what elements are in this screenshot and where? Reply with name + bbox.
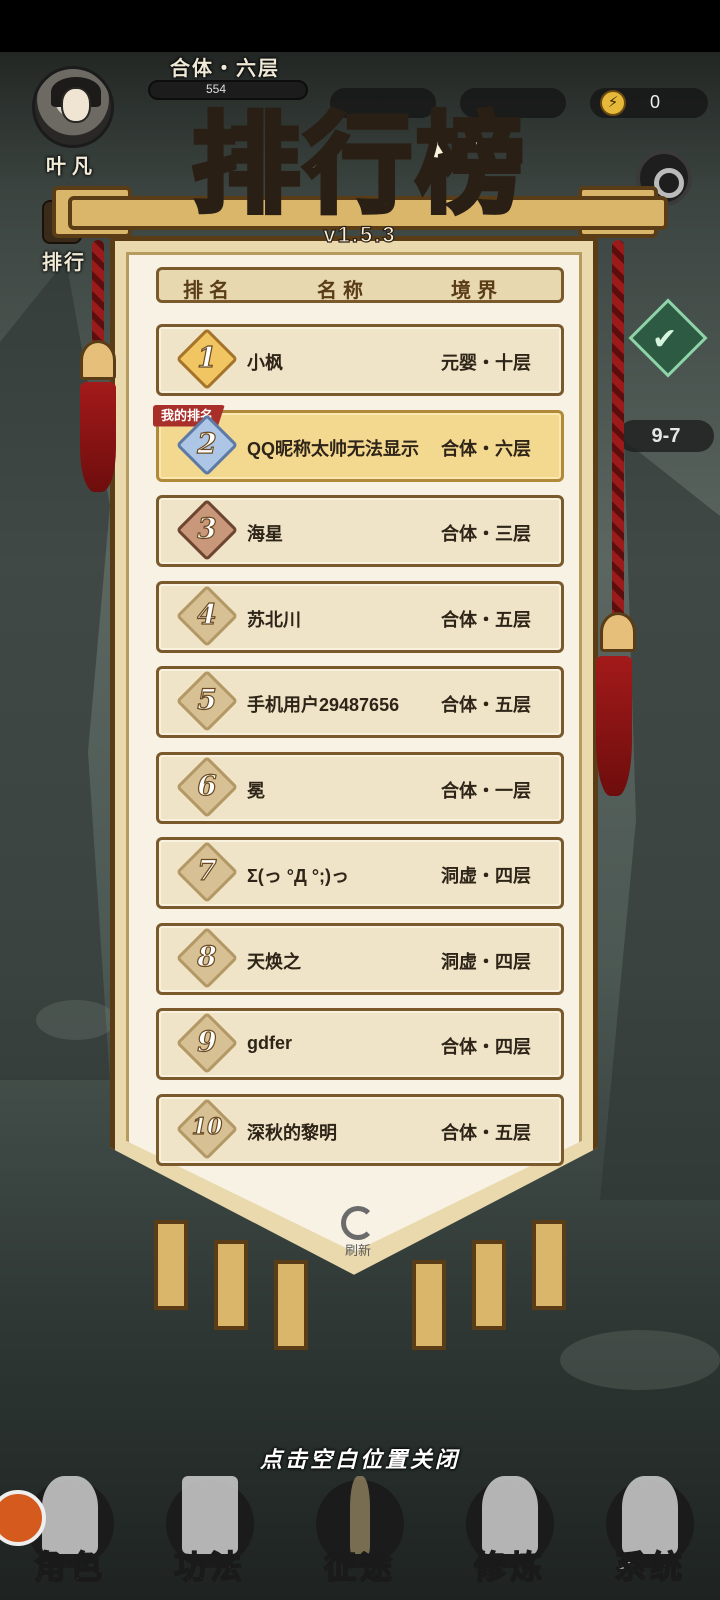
- rank-badge: 1: [175, 327, 239, 391]
- rank-number: 9: [197, 1024, 218, 1058]
- energy-value: 0: [650, 92, 661, 112]
- leaderboard-list: 1 小枫 元婴・十层 我的排名 2 QQ昵称太帅无法显示 合体・六层 3 海星 …: [153, 324, 564, 1179]
- nav-system[interactable]: 系统: [580, 1470, 720, 1600]
- banner-fringe: [214, 1240, 248, 1330]
- rope-left: [92, 240, 104, 350]
- mist-cloud: [560, 1330, 720, 1390]
- leaderboard-row[interactable]: 8 天焕之 洞虚・四层: [156, 922, 564, 995]
- rank-badge: 10: [175, 1097, 239, 1160]
- header-name: 名称: [317, 280, 369, 302]
- avatar-face: [61, 87, 91, 123]
- nav-label: 功法: [173, 1548, 246, 1586]
- realm-cell: 合体・五层: [441, 695, 531, 715]
- realm-cell: 合体・四层: [441, 1037, 531, 1057]
- bell-left: [80, 340, 116, 380]
- player-avatar[interactable]: [32, 66, 114, 148]
- rank-badge: 5: [175, 669, 239, 733]
- leaderboard-row[interactable]: 9 gdfer 合体・四层: [156, 1008, 564, 1080]
- realm-cell: 合体・六层: [441, 438, 531, 459]
- nav-label: 角色: [33, 1548, 106, 1586]
- rope-right: [612, 240, 624, 620]
- player-name-cell: 天焕之: [247, 951, 301, 972]
- player-name-cell: 手机用户29487656: [247, 695, 400, 715]
- banner-fringe: [532, 1220, 566, 1310]
- lightning-icon: ⚡: [600, 90, 626, 116]
- leaderboard-row[interactable]: 10 深秋的黎明 合体・五层: [156, 1093, 564, 1166]
- rank-badge: 9: [175, 1011, 239, 1075]
- player-name-cell: QQ昵称太帅无法显示: [247, 438, 420, 459]
- stage-badge: 9-7: [618, 420, 714, 452]
- nav-journey[interactable]: 征途: [290, 1470, 430, 1600]
- player-realm: 合体・六层: [170, 58, 280, 80]
- rank-number: 5: [197, 682, 218, 716]
- bell-right: [600, 612, 636, 652]
- leaderboard-row[interactable]: 4 苏北川 合体・五层: [156, 580, 564, 653]
- player-name-cell: Σ(っ °Д °;)っ: [247, 866, 350, 886]
- leaderboard-row[interactable]: 6 冕 合体・一层: [156, 751, 564, 824]
- realm-cell: 洞虚・四层: [441, 951, 531, 972]
- rank-number: 7: [197, 853, 218, 887]
- leaderboard-row[interactable]: 1 小枫 元婴・十层: [156, 324, 564, 396]
- banner-fringe: [472, 1240, 506, 1330]
- realm-cell: 合体・三层: [441, 524, 531, 544]
- refresh-icon: [341, 1206, 375, 1240]
- rank-badge: 3: [175, 498, 239, 562]
- header-rank: 排名: [183, 280, 235, 302]
- bottom-nav: 角色 功法 征途 修炼 系统: [0, 1470, 720, 1600]
- mist-cloud: [36, 1000, 116, 1040]
- banner-fringe: [154, 1220, 188, 1310]
- realm-cell: 合体・五层: [441, 609, 531, 630]
- realm-cell: 洞虚・四层: [441, 866, 531, 886]
- header-realm: 境界: [451, 280, 503, 302]
- leaderboard-row[interactable]: 5 手机用户29487656 合体・五层: [156, 666, 564, 738]
- leaderboard-row-me[interactable]: 我的排名 2 QQ昵称太帅无法显示 合体・六层: [153, 404, 564, 482]
- column-header: 排名 名称 境界: [156, 267, 564, 303]
- leaderboard-title: 排行榜: [189, 100, 528, 231]
- leaderboard-row[interactable]: 7 Σ(っ °Д °;)っ 洞虚・四层: [156, 837, 564, 909]
- nav-label: 系统: [613, 1548, 686, 1586]
- rank-number: 10: [191, 1113, 223, 1140]
- player-name-cell: 海星: [247, 524, 283, 544]
- rank-number: 8: [197, 939, 218, 973]
- nav-cultivate[interactable]: 修炼: [440, 1470, 580, 1600]
- nav-label: 修炼: [473, 1548, 546, 1586]
- rank-number: 2: [197, 426, 218, 460]
- realm-cell: 元婴・十层: [441, 353, 531, 373]
- player-name-cell: 冕: [247, 780, 265, 801]
- tassel-right: [596, 656, 632, 796]
- rank-badge: 2: [175, 413, 239, 476]
- nav-label: 征途: [323, 1548, 396, 1586]
- refresh-button[interactable]: 刷新: [336, 1206, 380, 1260]
- rank-number: 1: [197, 340, 218, 374]
- rank-badge: 6: [175, 755, 239, 818]
- rank-badge: 8: [175, 926, 239, 989]
- rank-badge: 7: [175, 840, 239, 904]
- banner-fringe: [412, 1260, 446, 1350]
- rank-number: 6: [197, 768, 218, 802]
- player-name-cell: gdfer: [247, 1033, 292, 1053]
- rank-badge: 4: [175, 584, 239, 647]
- leaderboard-shortcut-label[interactable]: 排行: [42, 246, 86, 275]
- banner-fringe: [274, 1260, 308, 1350]
- check-icon: ✔: [652, 323, 678, 356]
- nav-skills[interactable]: 功法: [140, 1470, 280, 1600]
- player-name-cell: 小枫: [247, 353, 283, 373]
- player-name-cell: 苏北川: [247, 609, 301, 630]
- version-label: v1.5.3: [323, 221, 397, 247]
- rank-number: 4: [197, 597, 218, 631]
- player-name-cell: 深秋的黎明: [247, 1122, 337, 1143]
- refresh-label: 刷新: [344, 1243, 371, 1258]
- status-bar: [0, 0, 720, 52]
- realm-cell: 合体・一层: [441, 780, 531, 801]
- rank-number: 3: [197, 511, 218, 545]
- realm-cell: 合体・五层: [441, 1122, 531, 1143]
- leaderboard-row[interactable]: 3 海星 合体・三层: [156, 495, 564, 567]
- player-name: 叶凡: [46, 156, 98, 178]
- tassel-left: [80, 382, 116, 492]
